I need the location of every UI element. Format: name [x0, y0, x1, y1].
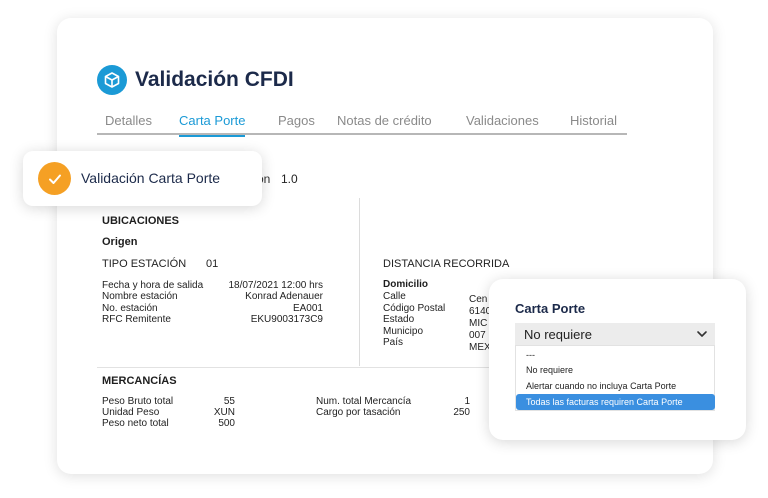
field-value: Cen — [469, 294, 488, 305]
option-alertar[interactable]: Alertar cuando no incluya Carta Porte — [516, 378, 715, 394]
domicilio-title: Domicilio — [383, 279, 429, 290]
carta-porte-select[interactable]: No requiere — [515, 323, 715, 345]
field-label: RFC Remitente — [102, 314, 171, 325]
version-value: 1.0 — [281, 172, 298, 186]
field-label: Peso Bruto total — [102, 396, 174, 407]
tab-historial[interactable]: Historial — [570, 113, 617, 135]
field-label: Calle — [383, 291, 406, 302]
field-value: MEX — [469, 342, 491, 353]
stage: Validación CFDI Detalles Carta Porte Pag… — [0, 0, 768, 498]
field-value: 500 — [218, 418, 235, 429]
select-value: No requiere — [524, 326, 592, 342]
toast-message: Validación Carta Porte — [81, 170, 221, 186]
field-label: Unidad Peso — [102, 407, 160, 418]
tab-pagos[interactable]: Pagos — [278, 113, 315, 135]
distancia-label: DISTANCIA RECORRIDA — [383, 258, 510, 270]
carta-porte-options: --- No requiere Alertar cuando no incluy… — [515, 345, 715, 411]
tab-notas-de-credito[interactable]: Notas de crédito — [337, 113, 432, 135]
field-value: MIC — [469, 318, 488, 329]
field-value: 6140 — [469, 306, 492, 317]
field-label: Municipo — [383, 326, 424, 337]
column-divider — [359, 198, 360, 366]
tab-carta-porte[interactable]: Carta Porte — [179, 113, 246, 137]
field-label: Código Postal — [383, 303, 446, 314]
field-label: Cargo por tasación — [316, 407, 401, 418]
field-label: Num. total Mercancía — [316, 396, 412, 407]
field-label: País — [383, 337, 404, 348]
field-value: 18/07/2021 12:00 hrs — [228, 280, 323, 291]
check-icon — [38, 162, 71, 195]
tab-detalles[interactable]: Detalles — [105, 113, 152, 135]
field-value: 250 — [453, 407, 470, 418]
tipo-estacion-value: 01 — [206, 258, 219, 270]
tab-validaciones[interactable]: Validaciones — [466, 113, 539, 135]
field-label: Peso neto total — [102, 418, 169, 429]
mercancias-title: MERCANCÍAS — [102, 375, 177, 387]
field-value: EKU9003173C9 — [250, 314, 323, 325]
field-value: 1 — [464, 396, 470, 407]
tab-bar: Detalles Carta Porte Pagos Notas de créd… — [97, 113, 627, 137]
field-value: EA001 — [292, 303, 323, 314]
box-icon — [97, 65, 127, 95]
ubicaciones-title: UBICACIONES — [102, 215, 180, 227]
field-label: Nombre estación — [102, 291, 178, 302]
option-no-requiere[interactable]: No requiere — [516, 362, 715, 378]
origen-title: Origen — [102, 236, 138, 248]
field-value: 55 — [223, 396, 235, 407]
field-value: 007 — [469, 330, 486, 341]
chevron-down-icon — [697, 331, 707, 337]
field-value: Konrad Adenauer — [245, 291, 323, 302]
page-title: Validación CFDI — [135, 68, 294, 91]
field-label: Estado — [383, 314, 415, 325]
field-value: XUN — [213, 407, 235, 418]
option-empty[interactable]: --- — [516, 347, 715, 363]
tipo-estacion-label: TIPO ESTACIÓN — [102, 258, 187, 270]
field-label: No. estación — [102, 303, 158, 314]
validation-toast: Validación Carta Porte — [23, 151, 262, 206]
carta-porte-settings-card: Carta Porte No requiere --- No requiere … — [489, 279, 746, 440]
field-label: Fecha y hora de salida — [102, 280, 204, 291]
option-todas-requieren[interactable]: Todas las facturas requiren Carta Porte — [516, 394, 715, 410]
carta-porte-title: Carta Porte — [515, 301, 586, 316]
